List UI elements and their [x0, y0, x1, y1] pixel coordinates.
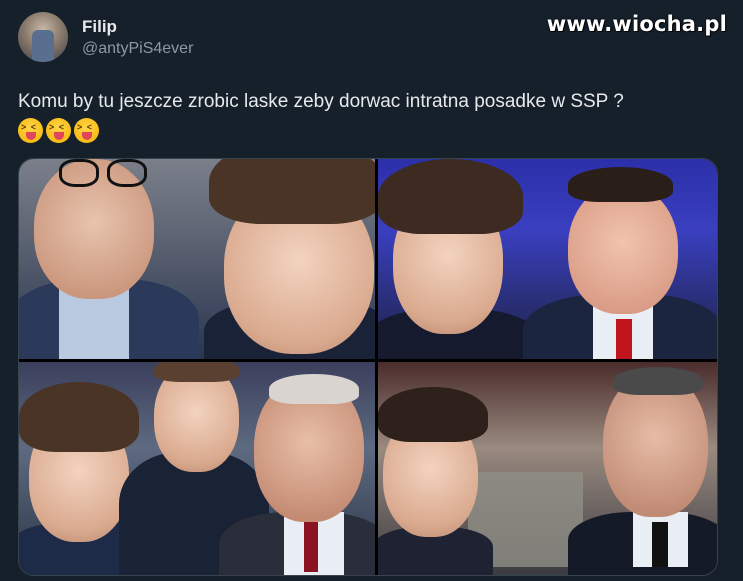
glasses	[107, 159, 147, 187]
squinting-tongue-emoji-icon	[18, 118, 43, 143]
media-grid	[18, 158, 718, 576]
photo-3[interactable]	[19, 362, 378, 575]
hair	[154, 362, 239, 382]
tweet-header: Filip @antyPiS4ever	[18, 12, 193, 62]
author-names: Filip @antyPiS4ever	[82, 17, 193, 58]
site-watermark: www.wiocha.pl	[546, 12, 727, 36]
photo-1[interactable]	[19, 159, 378, 362]
tie	[652, 522, 668, 567]
glasses	[59, 159, 99, 187]
tie	[304, 522, 318, 572]
tie	[616, 319, 632, 359]
hair	[19, 382, 139, 452]
photo-4[interactable]	[378, 362, 717, 575]
hair	[269, 374, 359, 404]
hair	[378, 159, 523, 234]
avatar[interactable]	[18, 12, 68, 62]
hair	[568, 167, 673, 202]
photo-2[interactable]	[378, 159, 717, 362]
hair	[378, 387, 488, 442]
face	[568, 184, 678, 314]
tweet-text: Komu by tu jeszcze zrobic laske zeby dor…	[18, 91, 624, 112]
hair	[209, 159, 375, 224]
emoji-row	[18, 118, 99, 143]
squinting-tongue-emoji-icon	[46, 118, 71, 143]
author-display-name[interactable]: Filip	[82, 17, 193, 37]
author-handle[interactable]: @antyPiS4ever	[82, 40, 193, 58]
squinting-tongue-emoji-icon	[74, 118, 99, 143]
hair	[613, 367, 703, 395]
